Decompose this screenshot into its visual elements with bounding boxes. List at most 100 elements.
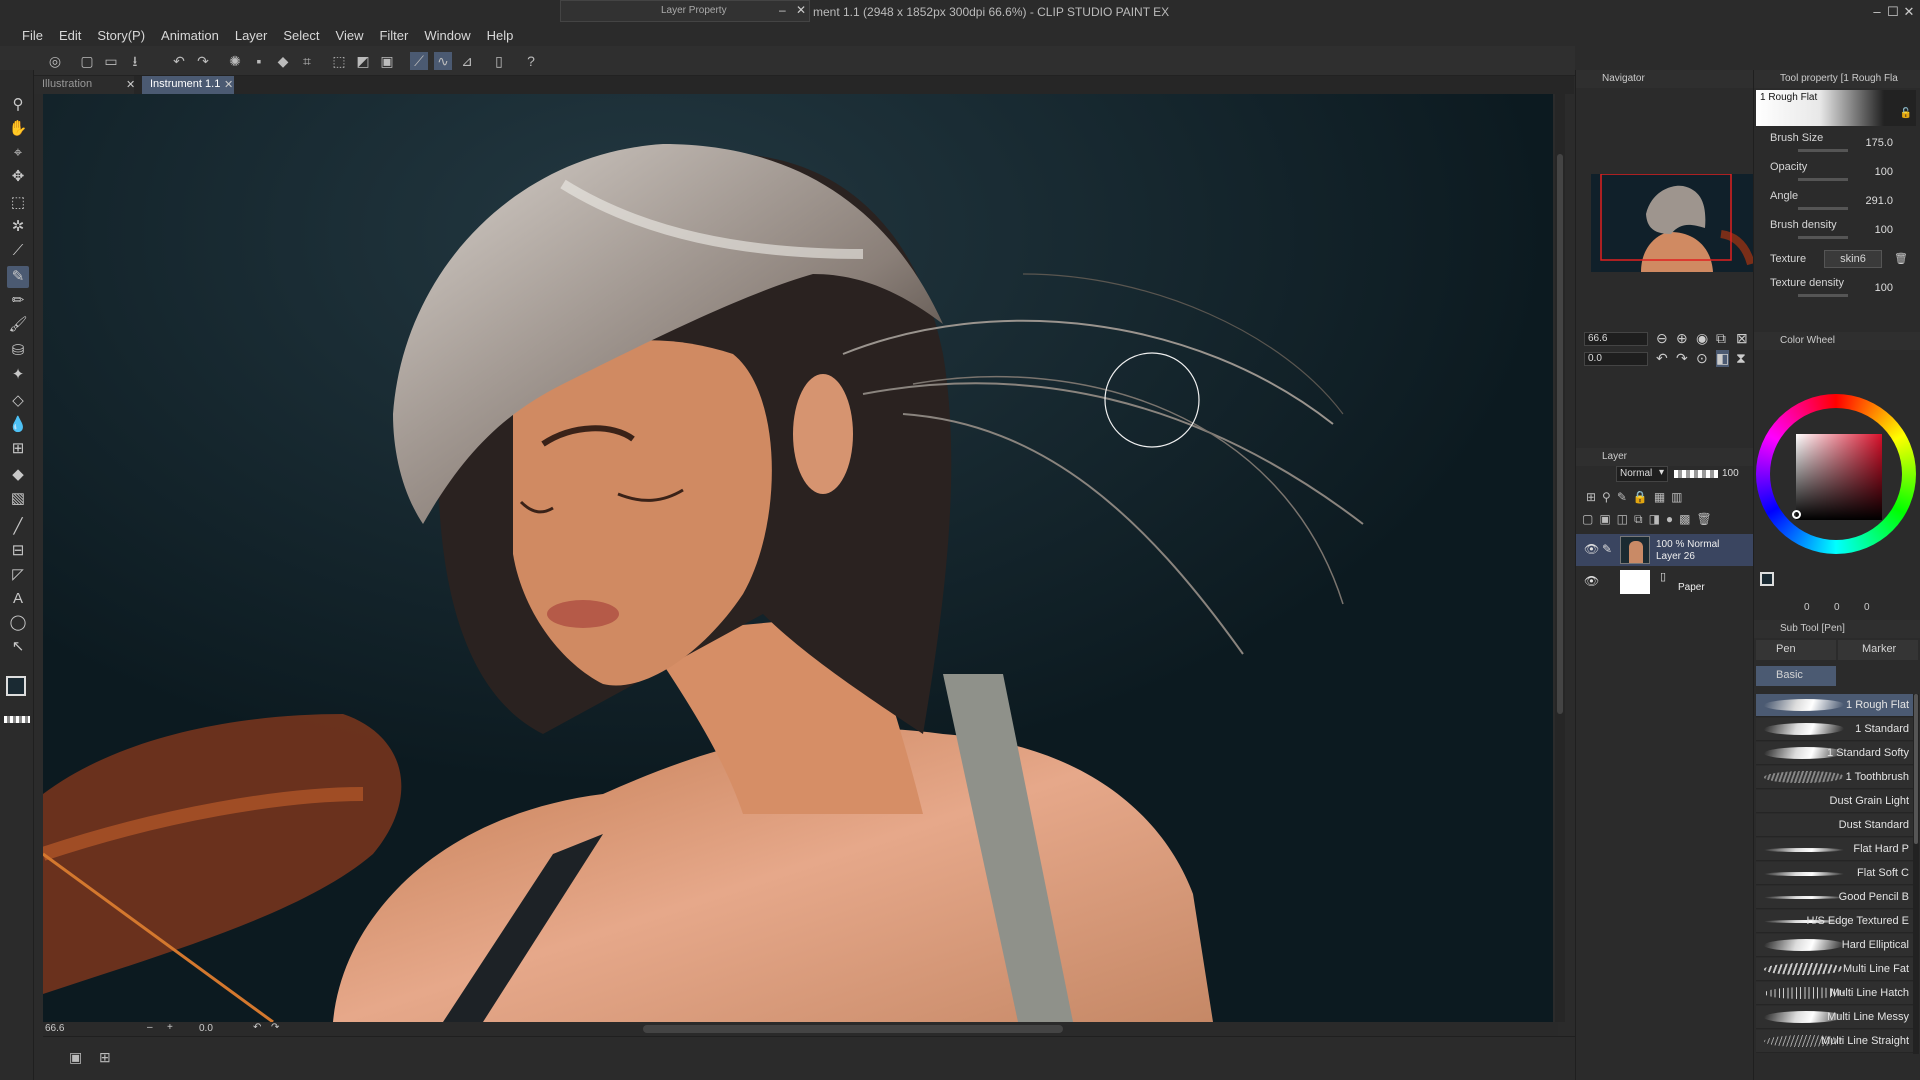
ruler-icon[interactable]: ◸	[7, 564, 29, 586]
opacity-value[interactable]: 100	[1722, 468, 1739, 479]
prop-value[interactable]: 291.0	[1865, 195, 1893, 207]
saturation-value-square[interactable]	[1796, 434, 1882, 520]
operation-icon[interactable]: ⌖	[7, 142, 29, 164]
sub-tool-item[interactable]: Multi Line Straight	[1756, 1030, 1913, 1053]
blend-mode-select[interactable]: Normal ▾	[1616, 466, 1668, 482]
figure-icon[interactable]: ⊞	[7, 438, 29, 460]
reset-rotation-icon[interactable]: ⊙	[1696, 350, 1708, 367]
rotate-right-icon[interactable]: ↷	[271, 1022, 279, 1033]
snap-grid-icon[interactable]: ⊿	[458, 52, 476, 70]
text-icon[interactable]: A	[7, 588, 29, 610]
layer-property-floating-window[interactable]: Layer Property – ✕	[560, 0, 810, 22]
lock-icon[interactable]: 🔓	[1900, 108, 1912, 119]
brush-icon[interactable]: 🖌	[7, 314, 29, 336]
group-basic[interactable]: Basic	[1756, 666, 1836, 686]
close-icon[interactable]: ✕	[224, 78, 233, 91]
rotation-value[interactable]: 0.0	[199, 1023, 213, 1034]
zoom-in-icon[interactable]: ⊕	[1676, 330, 1688, 347]
pen-icon[interactable]: ✎	[7, 266, 29, 288]
brush-size-slider[interactable]	[1798, 149, 1848, 152]
blend-icon[interactable]: 💧	[7, 414, 29, 436]
layer-row[interactable]: 👁 ▯ Paper	[1576, 566, 1754, 598]
flip-horizontal-icon[interactable]: ◧	[1716, 350, 1730, 367]
auto-select-icon[interactable]: ✲	[7, 216, 29, 238]
prop-value[interactable]: 100	[1875, 166, 1893, 178]
rotate-right-icon[interactable]: ↷	[1676, 350, 1688, 367]
zoom-out-icon[interactable]: ⊖	[1656, 330, 1668, 347]
opacity-row[interactable]: Opacity 100	[1754, 159, 1920, 187]
decoration-icon[interactable]: ✦	[7, 364, 29, 386]
clear-icon[interactable]: ▪	[250, 52, 268, 70]
eyedropper-icon[interactable]: ⟋	[7, 240, 29, 262]
sub-tool-item[interactable]: 1 Toothbrush	[1756, 766, 1913, 789]
navigator-thumbnail[interactable]	[1591, 174, 1753, 272]
sub-tool-item[interactable]: Hard Elliptical	[1756, 934, 1913, 957]
fill-bucket-icon[interactable]: ◆	[7, 464, 29, 486]
zoom-icon[interactable]: ⚲	[7, 94, 29, 116]
layer-toolbar-row-2[interactable]: ▢▣◫⧉◨●▩🗑	[1582, 512, 1747, 528]
fit-window-icon[interactable]: ⊠	[1736, 330, 1748, 347]
layer-toolbar-row-1[interactable]: ⊞⚲✎🔒▦▥	[1586, 490, 1746, 506]
menu-filter[interactable]: Filter	[371, 28, 416, 43]
menu-help[interactable]: Help	[479, 28, 522, 43]
animation-timeline-icon[interactable]: ▣	[69, 1049, 82, 1066]
prop-value[interactable]: 175.0	[1865, 137, 1893, 149]
canvas[interactable]	[43, 94, 1553, 1022]
gradient-icon[interactable]: ▧	[7, 488, 29, 510]
texture-select[interactable]: skin6	[1824, 250, 1882, 268]
actual-size-icon[interactable]: ⧉	[1716, 330, 1726, 347]
angle-row[interactable]: Angle 291.0	[1754, 188, 1920, 216]
color-picker-cursor[interactable]	[1792, 510, 1801, 519]
menu-layer[interactable]: Layer	[227, 28, 276, 43]
selection-icon[interactable]: ⬚	[7, 192, 29, 214]
snap-special-ruler-icon[interactable]: ∿	[434, 52, 452, 70]
opacity-slider[interactable]	[1674, 470, 1718, 478]
airbrush-icon[interactable]: ⛁	[7, 340, 29, 362]
layer-row[interactable]: 👁 ✎ 100 % Normal Layer 26	[1576, 534, 1754, 566]
tab-instrument[interactable]: Instrument 1.1	[142, 76, 234, 94]
sub-tool-item[interactable]: Dust Grain Light	[1756, 790, 1913, 813]
hue-ring[interactable]	[1756, 394, 1916, 554]
trash-icon[interactable]: 🗑	[1894, 252, 1908, 265]
main-color-swatch[interactable]	[6, 676, 26, 696]
sub-tool-item[interactable]: Good Pencil B	[1756, 886, 1913, 909]
tab-pen[interactable]: Pen	[1756, 640, 1836, 660]
show-selection-icon[interactable]: ▣	[378, 52, 396, 70]
navigator-zoom-field[interactable]: 66.6	[1584, 332, 1648, 346]
sub-tool-item[interactable]: Dust Standard	[1756, 814, 1913, 837]
pencil-icon[interactable]: ✏	[7, 290, 29, 312]
menu-story[interactable]: Story(P)	[89, 28, 153, 43]
opacity-slider[interactable]	[1798, 178, 1848, 181]
scroll-thumb[interactable]	[1557, 154, 1563, 714]
sub-tool-item[interactable]: Multi Line Hatch	[1756, 982, 1913, 1005]
zoom-out-icon[interactable]: –	[147, 1022, 153, 1033]
minimize-icon[interactable]: –	[779, 3, 786, 17]
prop-value[interactable]: 100	[1875, 282, 1893, 294]
save-icon[interactable]: ⭳	[126, 52, 144, 70]
move-layer-icon[interactable]: ✥	[7, 166, 29, 188]
zoom-value[interactable]: 66.6	[45, 1023, 64, 1034]
zoom-in-icon[interactable]: +	[167, 1022, 173, 1033]
canvas-vertical-scrollbar[interactable]	[1555, 94, 1565, 1022]
rotate-left-icon[interactable]: ↶	[1656, 350, 1668, 367]
invert-selection-icon[interactable]: ◩	[354, 52, 372, 70]
close-icon[interactable]: ✕	[126, 78, 135, 91]
tab-marker[interactable]: Marker	[1838, 640, 1918, 660]
companion-mode-icon[interactable]: ▯	[490, 52, 508, 70]
texture-density-row[interactable]: Texture density 100	[1754, 275, 1920, 303]
close-icon[interactable]: ✕	[796, 3, 806, 17]
angle-slider[interactable]	[1798, 207, 1848, 210]
transparent-color-swatch[interactable]	[4, 716, 30, 723]
sub-tool-item[interactable]: 1 Standard Softy	[1756, 742, 1913, 765]
eye-icon[interactable]: 👁	[1584, 574, 1599, 588]
brush-density-row[interactable]: Brush density 100	[1754, 217, 1920, 245]
sub-tool-item[interactable]: Flat Hard P	[1756, 838, 1913, 861]
help-icon[interactable]: ?	[522, 52, 540, 70]
undo-icon[interactable]: ↶	[170, 52, 188, 70]
sub-tool-item[interactable]: 1 Rough Flat	[1756, 694, 1913, 717]
texture-row[interactable]: Texture skin6 🗑	[1754, 246, 1920, 274]
line-icon[interactable]: ╱	[7, 516, 29, 538]
eraser-icon[interactable]: ◇	[7, 390, 29, 412]
tab-illustration[interactable]: Illustration	[34, 76, 134, 94]
sub-tool-item[interactable]: Flat Soft C	[1756, 862, 1913, 885]
